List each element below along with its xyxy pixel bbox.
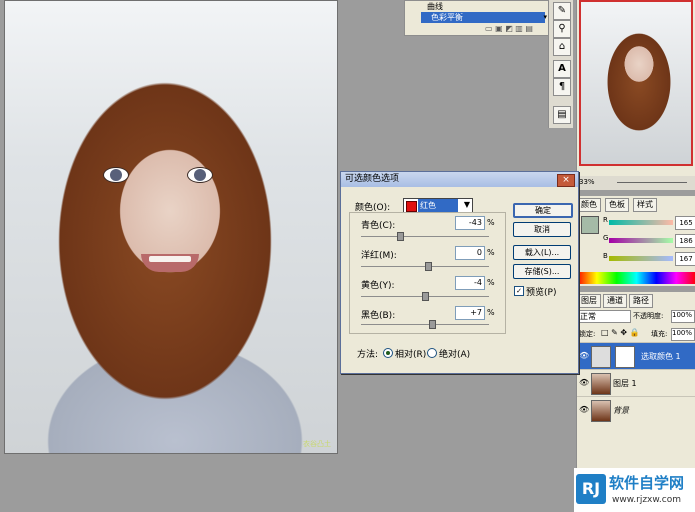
brand-logo: RJ (576, 474, 606, 504)
corner-mark: 衣谷凸土 (303, 440, 331, 448)
tab-paths[interactable]: 路径 (629, 294, 653, 308)
magenta-slider-thumb[interactable] (425, 262, 432, 271)
yellow-value-field[interactable]: -4 (455, 276, 485, 290)
brand-title: 软件自学网 (609, 474, 685, 492)
slider-b[interactable]: B 167 (579, 252, 695, 266)
red-swatch-icon (406, 201, 417, 212)
dialog-titlebar[interactable]: 可选颜色选项 × (341, 172, 578, 187)
mouth (141, 254, 199, 272)
left-eye (103, 167, 129, 183)
black-track (361, 324, 489, 325)
tab-channels[interactable]: 通道 (603, 294, 627, 308)
color-dropdown[interactable]: 红色 ▼ (403, 198, 473, 213)
visibility-eye-icon[interactable]: 👁 (579, 378, 589, 387)
visibility-eye-icon[interactable]: 👁 (579, 351, 589, 360)
list-item[interactable]: 曲线 (427, 1, 443, 12)
black-value-field[interactable]: +7 (455, 306, 485, 320)
relative-radio[interactable] (383, 348, 393, 358)
scroll-down-icon[interactable]: ▾ (543, 13, 547, 21)
panel-footer-icons[interactable]: ▭ ▣ ◩ ▥ ▤ (485, 24, 533, 33)
panel-dock: ✎ ⚲ ⌂ A ¶ ▤ (548, 0, 573, 128)
adjustment-list-panel: 曲线 色彩平衡 ▭ ▣ ◩ ▥ ▤ ▾ (404, 0, 550, 36)
adjustment-thumbnail (591, 346, 611, 368)
color-panel: 颜色 色板 样式 R 165 G 186 B 167 (576, 196, 695, 286)
portrait-photo (5, 1, 337, 453)
zoom-slider[interactable] (617, 182, 687, 183)
history-icon[interactable]: ⌂ (553, 38, 571, 56)
tab-layers[interactable]: 图层 (577, 294, 601, 308)
selective-color-dialog: 可选颜色选项 × 颜色(O): 红色 ▼ 青色(C): -43 % 洋红(M):… (340, 171, 579, 374)
preview-label: 预览(P) (526, 288, 557, 298)
layer-comps-icon[interactable]: ▤ (553, 106, 571, 124)
brush-icon[interactable]: ✎ (553, 2, 571, 20)
load-button[interactable]: 载入(L)... (513, 245, 571, 260)
character-icon[interactable]: A (553, 60, 571, 78)
preview-checkbox[interactable]: ✓ (514, 286, 524, 296)
save-button[interactable]: 存储(S)... (513, 264, 571, 279)
lock-icons[interactable]: □ ✎ ✥ 🔒 (601, 328, 640, 337)
method-label: 方法: (357, 350, 379, 360)
fill-field[interactable]: 100% (671, 328, 695, 341)
layer-row[interactable]: 👁 选取颜色 1 (577, 342, 695, 369)
brand-url: www.rjzxw.com (612, 495, 681, 505)
g-gradient (609, 238, 673, 243)
magenta-value-field[interactable]: 0 (455, 246, 485, 260)
layer-row[interactable]: 👁 图层 1 (577, 369, 695, 396)
cyan-value-field[interactable]: -43 (455, 216, 485, 230)
clone-icon[interactable]: ⚲ (553, 20, 571, 38)
black-slider-thumb[interactable] (429, 320, 436, 329)
document-canvas[interactable]: 衣谷凸土 (4, 0, 338, 454)
absolute-radio[interactable] (427, 348, 437, 358)
right-eye (187, 167, 213, 183)
chevron-down-icon: ▼ (463, 200, 470, 209)
site-watermark: RJ 软件自学网 www.rjzxw.com (574, 468, 695, 512)
dialog-title: 可选颜色选项 (345, 174, 400, 184)
slider-g[interactable]: G 186 (579, 234, 695, 248)
navigator-panel: 33% (576, 0, 695, 190)
blend-mode-select[interactable]: 正常 (579, 310, 631, 323)
cyan-track (361, 236, 489, 237)
list-item[interactable]: 色彩平衡 (421, 12, 545, 23)
slider-r[interactable]: R 165 (579, 216, 695, 230)
zoom-level: 33% (579, 178, 595, 186)
layer-row[interactable]: 👁 背景 (577, 396, 695, 423)
ok-button[interactable]: 确定 (513, 203, 573, 218)
layer-thumbnail (591, 400, 611, 422)
r-gradient (609, 220, 673, 225)
tab-swatches[interactable]: 色板 (605, 198, 629, 212)
cancel-button[interactable]: 取消 (513, 222, 571, 237)
navigator-zoom-bar: 33% (577, 176, 695, 190)
tab-color[interactable]: 颜色 (577, 198, 601, 212)
close-button[interactable]: × (557, 174, 575, 187)
navigator-thumbnail[interactable] (579, 0, 693, 166)
tab-styles[interactable]: 样式 (633, 198, 657, 212)
layer-thumbnail (591, 373, 611, 395)
layer-mask-thumbnail[interactable] (615, 346, 635, 368)
yellow-slider-thumb[interactable] (422, 292, 429, 301)
opacity-field[interactable]: 100% (671, 310, 695, 323)
b-gradient (609, 256, 673, 261)
cyan-slider-thumb[interactable] (397, 232, 404, 241)
paragraph-icon[interactable]: ¶ (553, 78, 571, 96)
visibility-eye-icon[interactable]: 👁 (579, 405, 589, 414)
color-spectrum[interactable] (577, 272, 695, 284)
